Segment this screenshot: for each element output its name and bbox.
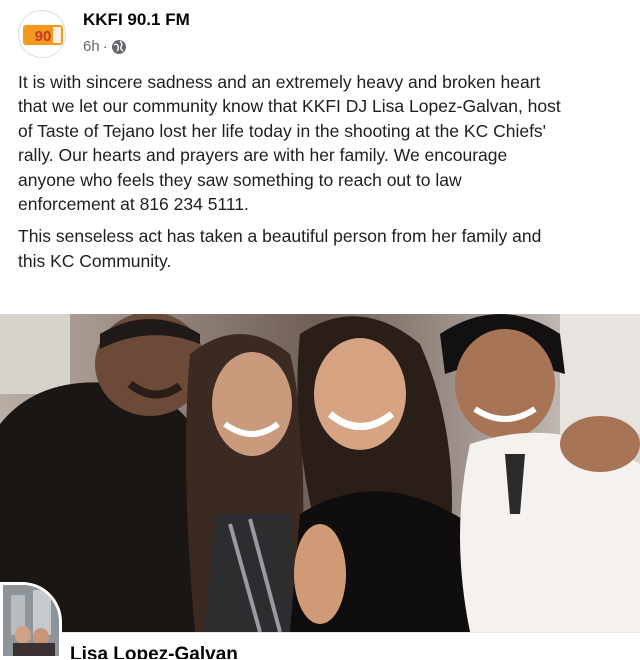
family-photo-image <box>0 314 640 632</box>
post-photo[interactable] <box>0 314 640 632</box>
linked-profile-name[interactable]: Lisa Lopez-Galvan <box>70 644 238 659</box>
page-name[interactable]: KKFI 90.1 FM <box>83 10 190 30</box>
post-header: 90 KKFI 90.1 FM 6h · <box>16 4 626 62</box>
globe-icon <box>111 39 127 55</box>
profile-photo-image <box>3 585 59 656</box>
post-timestamp[interactable]: 6h <box>83 38 100 55</box>
meta-separator: · <box>102 38 108 55</box>
page-avatar[interactable]: 90 <box>18 10 66 58</box>
post-meta: 6h · <box>83 38 127 55</box>
post-body: It is with sincere sadness and an extrem… <box>18 70 640 281</box>
svg-text:90: 90 <box>35 28 52 45</box>
post-paragraph: This senseless act has taken a beautiful… <box>18 226 542 271</box>
post-paragraph: It is with sincere sadness and an extrem… <box>18 72 561 215</box>
kkfi-logo-icon: 90 <box>20 12 65 57</box>
